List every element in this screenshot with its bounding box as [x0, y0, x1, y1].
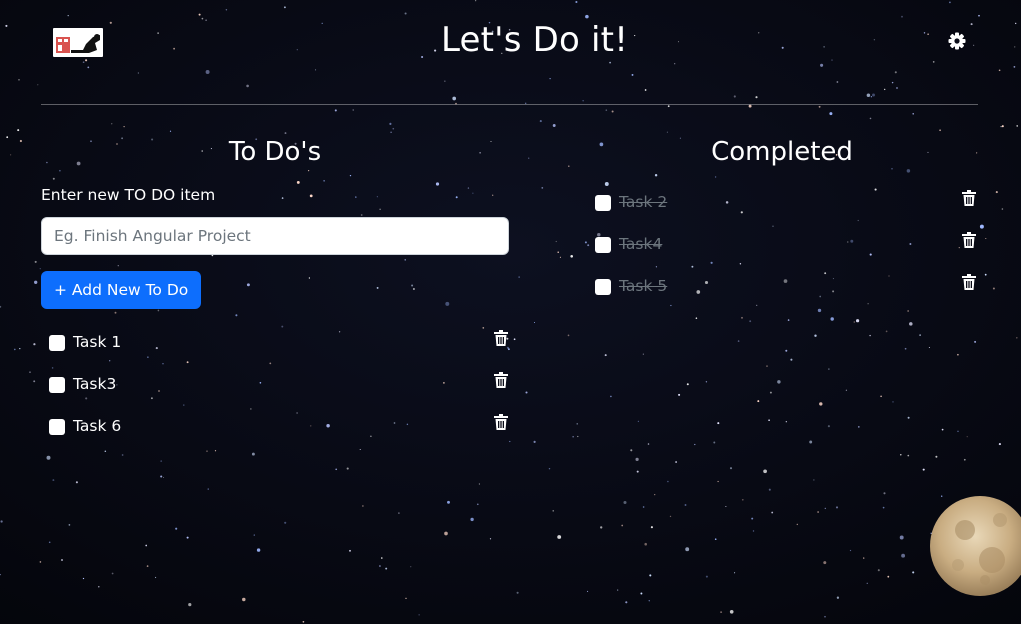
todo-checkbox[interactable]: [49, 377, 65, 393]
todo-heading: To Do's: [228, 137, 322, 167]
new-todo-label: Enter new TO DO item: [41, 186, 216, 204]
starry-night-background: [0, 0, 1021, 624]
settings-gear-icon[interactable]: [947, 31, 967, 51]
todo-list-item: Task 1: [49, 322, 511, 364]
trash-icon[interactable]: [962, 232, 976, 248]
completed-list-item: Task4: [595, 224, 978, 266]
completed-checkbox[interactable]: [595, 237, 611, 253]
completed-list: Task 2 Task4 Task 5: [595, 182, 978, 308]
trash-icon[interactable]: [494, 330, 508, 346]
trash-icon[interactable]: [494, 372, 508, 388]
todo-item-label: Task3: [73, 375, 117, 393]
completed-checkbox[interactable]: [595, 195, 611, 211]
trash-icon[interactable]: [494, 414, 508, 430]
header-divider: [41, 104, 978, 105]
completed-list-item: Task 2: [595, 182, 978, 224]
completed-heading: Completed: [711, 137, 853, 167]
completed-item-label: Task4: [619, 235, 663, 253]
todo-checkbox[interactable]: [49, 335, 65, 351]
todo-list-item: Task 6: [49, 406, 511, 448]
todo-checkbox[interactable]: [49, 419, 65, 435]
completed-checkbox[interactable]: [595, 279, 611, 295]
todo-list-item: Task3: [49, 364, 511, 406]
todo-list: Task 1 Task3 Task 6: [49, 322, 511, 448]
completed-list-item: Task 5: [595, 266, 978, 308]
todo-item-label: Task 6: [73, 417, 122, 435]
trash-icon[interactable]: [962, 274, 976, 290]
completed-item-label: Task 5: [619, 277, 668, 295]
todo-item-label: Task 1: [73, 333, 122, 351]
add-new-todo-button[interactable]: + Add New To Do: [41, 271, 202, 309]
page-title: Let's Do it!: [440, 20, 629, 60]
trash-icon[interactable]: [962, 190, 976, 206]
completed-item-label: Task 2: [619, 193, 668, 211]
new-todo-input[interactable]: [41, 217, 509, 255]
